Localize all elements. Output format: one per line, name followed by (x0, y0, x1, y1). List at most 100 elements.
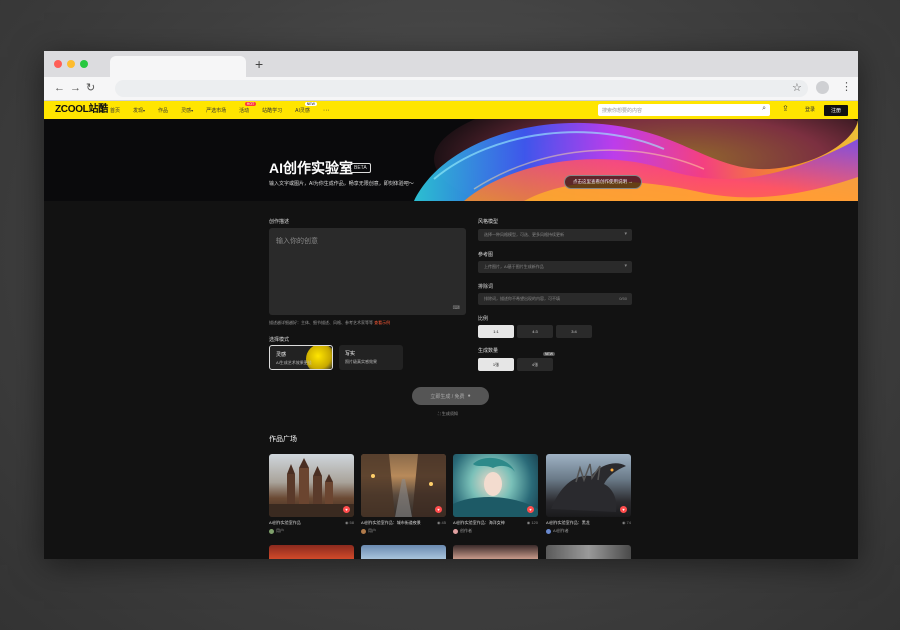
artwork-thumbnail[interactable] (546, 545, 631, 559)
negative-input[interactable]: 排除词，描述你不希望出现的内容，可不填 0/50 (478, 293, 632, 305)
card-author[interactable]: 用户 (269, 528, 284, 534)
mode-card-inspiration[interactable]: 灵感 AI生成艺术效果更佳 (269, 345, 333, 370)
generate-note-label: 生成须知 (441, 411, 458, 416)
nav-item-market[interactable]: 严选市场 (206, 107, 226, 114)
chevron-down-icon: ▾ (624, 263, 627, 269)
view-count-value: 58 (349, 520, 354, 525)
main-nav: 首页 发现▾ 作品 灵感▾ 严选市场 活动 HOT 站酷学习 AI灵感 NEW ··… (110, 101, 330, 119)
back-icon[interactable]: ← (54, 82, 65, 94)
more-icon[interactable]: ··· (323, 107, 330, 114)
count-option-4[interactable]: 4张 NEW (517, 352, 555, 371)
view-count-value: 120 (531, 520, 538, 525)
mode-name: 灵感 (276, 352, 287, 358)
hot-badge: HOT (244, 101, 257, 106)
generate-button-label: 立即生成 / 免费 (430, 393, 465, 400)
ratio-option-4-3[interactable]: 4:3 (517, 325, 553, 338)
reference-select[interactable]: 上传图片，AI基于图片生成新作品 ▾ (478, 261, 632, 273)
nav-item-inspiration[interactable]: 灵感▾ (181, 107, 193, 114)
bookmark-star-icon[interactable]: ☆ (792, 81, 802, 94)
card-title[interactable]: AI创作实验室作品：黑龙 (546, 520, 616, 526)
card-author[interactable]: 用户 (361, 528, 376, 534)
artwork-thumbnail[interactable] (453, 545, 538, 559)
login-link[interactable]: 登录 (805, 106, 815, 113)
close-window-button[interactable] (54, 60, 62, 68)
minimize-window-button[interactable] (67, 60, 75, 68)
browser-tab[interactable] (110, 56, 246, 77)
nav-item-label: 发现 (133, 107, 144, 114)
upload-icon[interactable]: ⇪ (782, 104, 789, 113)
card-title[interactable]: AI创作实验室作品 (269, 520, 339, 526)
dropdown-icon: ▾ (143, 107, 146, 113)
mode-decoration-icon (306, 346, 332, 369)
browser-menu-icon[interactable]: ⋮ (841, 80, 852, 93)
nav-item-home[interactable]: 首页 (110, 107, 120, 114)
style-select[interactable]: 选择一种风格模型，可选、更多风格持续更新 ▾ (478, 229, 632, 241)
nav-item-events[interactable]: 活动 HOT (239, 101, 257, 114)
artwork-dragon-image[interactable]: ♥ (546, 454, 631, 517)
hero-banner: AI创作实验室 BETA 输入文字或图片，AI为你生成作品，畅享无限创意，即刻体… (44, 119, 858, 201)
mode-name: 写实 (345, 351, 356, 357)
favorite-icon[interactable]: ♥ (435, 506, 442, 513)
avatar (361, 528, 366, 534)
author-name: 创作者 (460, 528, 472, 533)
nav-item-label: 灵感 (181, 107, 192, 114)
generate-button[interactable]: 立即生成 / 免费 ● (412, 387, 489, 405)
window-controls (54, 60, 88, 68)
register-button[interactable]: 注册 (824, 105, 849, 116)
generate-note[interactable]: ⛶ 生成须知 (438, 411, 458, 417)
view-count: ◉ 58 (345, 520, 354, 525)
prompt-textarea[interactable]: 输入你的创意 ⌨ (269, 228, 466, 315)
ratio-option-1-1[interactable]: 1:1 (478, 325, 514, 338)
mode-label: 选择模式 (269, 337, 290, 343)
card-title[interactable]: AI创作实验室作品：城市街道夜景 (361, 520, 431, 526)
search-icon[interactable]: ⌕ (762, 105, 766, 113)
gallery-card[interactable]: ♥ AI创作实验室作品 ◉ 58 用户 (269, 454, 354, 534)
nav-item-discover[interactable]: 发现▾ (133, 107, 145, 114)
forward-icon[interactable]: → (70, 82, 81, 94)
view-count-value: 45 (441, 520, 446, 525)
artwork-thumbnail[interactable] (269, 545, 354, 559)
expand-icon[interactable]: ⌨ (453, 305, 460, 311)
gallery-card[interactable]: ♥ AI创作实验室作品：黑龙 ◉ 74 AI创作者 (546, 454, 631, 534)
artwork-street-image[interactable]: ♥ (361, 454, 446, 517)
artwork-castle-image[interactable]: ♥ (269, 454, 354, 517)
dropdown-icon: ▾ (191, 107, 194, 113)
ratio-label: 比例 (478, 316, 489, 322)
nav-item-ai[interactable]: AI灵感 NEW (295, 101, 317, 114)
beta-badge: BETA (350, 163, 371, 173)
dragon-illustration (551, 463, 626, 512)
mode-card-realistic[interactable]: 写实 照片级真实感效果 (339, 345, 403, 370)
artwork-ocean-goddess-image[interactable]: ♥ (453, 454, 538, 517)
banner-subtitle: 输入文字或图片，AI为你生成作品，畅享无限创意，即刻体验吧～ (269, 181, 414, 187)
tab-bar: + (44, 51, 858, 77)
reload-icon[interactable]: ↻ (86, 82, 95, 94)
card-author[interactable]: AI创作者 (546, 528, 569, 534)
nav-item-works[interactable]: 作品 (158, 107, 168, 114)
prompt-label: 创作描述 (269, 219, 290, 225)
new-tab-icon[interactable]: + (255, 57, 263, 71)
author-name: 用户 (276, 528, 284, 533)
style-label: 风格模型 (478, 219, 499, 225)
nav-item-learning[interactable]: 站酷学习 (262, 107, 282, 114)
artwork-thumbnail[interactable] (361, 545, 446, 559)
ratio-option-3-4[interactable]: 3:4 (556, 325, 592, 338)
favorite-icon[interactable]: ♥ (527, 506, 534, 513)
card-title[interactable]: AI创作实验室作品：海洋女神 (453, 520, 523, 526)
gallery-card[interactable]: ♥ AI创作实验室作品：城市街道夜景 ◉ 45 用户 (361, 454, 446, 534)
card-author[interactable]: 创作者 (453, 528, 472, 534)
profile-avatar[interactable] (816, 81, 829, 94)
maximize-window-button[interactable] (80, 60, 88, 68)
example-link[interactable]: 查看示例 (374, 320, 390, 325)
browser-toolbar: ← → ↻ ☆ ⋮ (44, 77, 858, 101)
site-logo[interactable]: ZCOOL站酷 (55, 104, 108, 116)
favorite-icon[interactable]: ♥ (343, 506, 350, 513)
address-bar[interactable] (115, 80, 808, 97)
site-header: ZCOOL站酷 首页 发现▾ 作品 灵感▾ 严选市场 活动 HOT 站酷学习 AI… (44, 101, 858, 119)
nav-item-label: 首页 (110, 107, 121, 114)
usage-guide-button[interactable]: 点击这里查看创作使用说明 → (564, 175, 642, 189)
count-option-1[interactable]: 1张 (478, 358, 514, 371)
prompt-hint-text: 描述越详细越好：主体、细节描述、风格、参考艺术家等等 (269, 320, 373, 325)
search-input[interactable]: 搜索你想要的内容 ⌕ (598, 104, 770, 116)
gallery-card[interactable]: ♥ AI创作实验室作品：海洋女神 ◉ 120 创作者 (453, 454, 538, 534)
favorite-icon[interactable]: ♥ (620, 506, 627, 513)
